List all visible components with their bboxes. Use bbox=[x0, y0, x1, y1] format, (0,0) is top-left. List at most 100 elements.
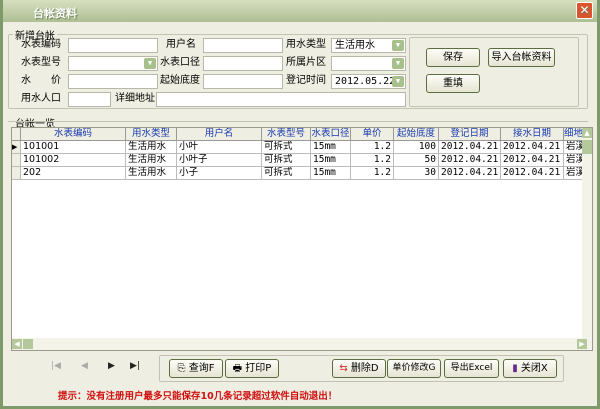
column-header[interactable]: 细地 bbox=[564, 128, 584, 141]
price-input[interactable] bbox=[68, 74, 158, 89]
meter-code-input[interactable] bbox=[68, 38, 158, 53]
chevron-down-icon[interactable]: ▼ bbox=[392, 76, 404, 87]
divider bbox=[8, 121, 588, 122]
chevron-down-icon[interactable]: ▼ bbox=[392, 58, 404, 69]
hint-text: 提示：没有注册用户最多只能保存10几条记录超过软件自动退出！ bbox=[58, 391, 338, 402]
label: 用户名 bbox=[166, 39, 196, 50]
table-cell: 1.2 bbox=[351, 167, 394, 180]
username-input[interactable] bbox=[203, 38, 283, 53]
table-cell: 202 bbox=[21, 167, 126, 180]
ledger-grid[interactable]: 水表编码 用水类型 用户名 水表型号 水表口径 单价 起始底度 登记日期 接水日期 细地 ▶ 101… bbox=[11, 127, 593, 351]
close-button[interactable]: ▮ 关闭X bbox=[503, 359, 557, 378]
title-bar: 台帐资料 ✕ bbox=[3, 0, 597, 22]
label: 所属片区 bbox=[286, 57, 326, 68]
label: 起始底度 bbox=[160, 75, 200, 86]
import-button[interactable]: 导入台帐资料 bbox=[488, 48, 555, 67]
row-indicator bbox=[12, 167, 21, 180]
table-cell: 50 bbox=[394, 154, 439, 167]
area-select[interactable]: ▼ bbox=[331, 56, 406, 71]
reset-button[interactable]: 重填 bbox=[426, 74, 480, 93]
scroll-right-icon[interactable]: ▶ bbox=[577, 339, 587, 349]
table-cell: 101001 bbox=[21, 141, 126, 154]
row-indicator bbox=[12, 154, 21, 167]
grid-header: 水表编码 用水类型 用户名 水表型号 水表口径 单价 起始底度 登记日期 接水日期 细地 bbox=[12, 128, 584, 141]
water-type-select[interactable]: 生活用水 ▼ bbox=[331, 38, 406, 53]
table-cell: 1.2 bbox=[351, 154, 394, 167]
table-cell: 生活用水 bbox=[126, 141, 177, 154]
column-header[interactable]: 接水日期 bbox=[501, 128, 564, 141]
row-indicator-header bbox=[12, 128, 21, 141]
address-input[interactable] bbox=[156, 92, 406, 107]
label: 登记时间 bbox=[286, 75, 326, 86]
label: 查询F bbox=[188, 363, 215, 374]
table-cell: 可拆式 bbox=[262, 141, 311, 154]
table-cell: 1.2 bbox=[351, 141, 394, 154]
query-button[interactable]: ⎘ 查询F bbox=[169, 359, 223, 378]
window-title: 台帐资料 bbox=[33, 7, 77, 20]
table-cell: 15mm bbox=[311, 154, 351, 167]
table-cell: 101002 bbox=[21, 154, 126, 167]
column-header[interactable]: 水表编码 bbox=[21, 128, 126, 141]
column-header[interactable]: 单价 bbox=[351, 128, 394, 141]
column-header[interactable]: 用水类型 bbox=[126, 128, 177, 141]
label: 水表编码 bbox=[21, 39, 61, 50]
table-cell: 30 bbox=[394, 167, 439, 180]
column-header[interactable]: 起始底度 bbox=[394, 128, 439, 141]
label: 打印P bbox=[245, 363, 272, 374]
table-row[interactable]: ▶ 101001 生活用水 小叶 可拆式 15mm 1.2 100 2012.04.21 2012… bbox=[12, 141, 584, 154]
table-cell: 2012.04.21 bbox=[439, 141, 501, 154]
exit-icon: ▮ bbox=[512, 363, 521, 374]
label: 水表型号 bbox=[21, 57, 61, 68]
label: 用水人口 bbox=[21, 93, 61, 104]
close-icon[interactable]: ✕ bbox=[576, 2, 593, 19]
export-excel-button[interactable]: 导出Excel bbox=[444, 359, 499, 378]
value: 生活用水 bbox=[335, 40, 375, 51]
meter-caliber-input[interactable] bbox=[203, 56, 283, 71]
column-header[interactable]: 水表型号 bbox=[262, 128, 311, 141]
population-input[interactable] bbox=[68, 92, 111, 107]
prev-record-button[interactable]: ◀ bbox=[81, 361, 88, 371]
scroll-thumb[interactable] bbox=[582, 140, 592, 154]
scroll-up-icon[interactable]: ▲ bbox=[582, 128, 592, 138]
table-cell: 100 bbox=[394, 141, 439, 154]
first-record-button[interactable]: |◀ bbox=[51, 361, 61, 371]
row-indicator: ▶ bbox=[12, 141, 21, 154]
scroll-left-icon[interactable]: ◀ bbox=[12, 339, 22, 349]
table-row[interactable]: 202 生活用水 小子 可拆式 15mm 1.2 30 2012.04.21 2012.04.2… bbox=[12, 167, 584, 180]
table-cell: 可拆式 bbox=[262, 154, 311, 167]
table-cell: 岩溪 bbox=[564, 167, 584, 180]
label: 删除D bbox=[350, 363, 379, 374]
label: 水 价 bbox=[21, 75, 61, 86]
price-edit-button[interactable]: 单价修改G bbox=[387, 359, 441, 378]
reg-time-picker[interactable]: 2012.05.22 ▼ bbox=[331, 74, 406, 89]
save-button[interactable]: 保存 bbox=[426, 48, 480, 67]
chevron-down-icon[interactable]: ▼ bbox=[144, 58, 156, 69]
table-cell: 生活用水 bbox=[126, 167, 177, 180]
delete-icon: ⇆ bbox=[339, 363, 351, 374]
chevron-down-icon[interactable]: ▼ bbox=[392, 40, 404, 51]
horizontal-scrollbar[interactable]: ◀ ▶ bbox=[12, 338, 592, 350]
table-cell: 小子 bbox=[177, 167, 262, 180]
column-header[interactable]: 登记日期 bbox=[439, 128, 501, 141]
table-cell: 可拆式 bbox=[262, 167, 311, 180]
next-record-button[interactable]: ▶ bbox=[108, 361, 115, 371]
table-cell: 2012.04.21 bbox=[501, 167, 564, 180]
start-reading-input[interactable] bbox=[203, 74, 283, 89]
label: 详细地址 bbox=[115, 93, 155, 104]
table-row[interactable]: 101002 生活用水 小叶子 可拆式 15mm 1.2 50 2012.04.21 2012.… bbox=[12, 154, 584, 167]
column-header[interactable]: 水表口径 bbox=[311, 128, 351, 141]
label: 关闭X bbox=[520, 363, 548, 374]
vertical-scrollbar[interactable]: ▲ bbox=[582, 128, 592, 338]
scroll-thumb[interactable] bbox=[23, 339, 33, 349]
printer-icon: 🖶 bbox=[232, 363, 246, 374]
table-cell: 2012.04.21 bbox=[501, 154, 564, 167]
meter-model-select[interactable]: ▼ bbox=[68, 56, 158, 71]
query-icon: ⎘ bbox=[177, 363, 189, 374]
delete-button[interactable]: ⇆ 删除D bbox=[332, 359, 386, 378]
print-button[interactable]: 🖶 打印P bbox=[225, 359, 279, 378]
last-record-button[interactable]: ▶| bbox=[130, 361, 140, 371]
table-cell: 2012.04.21 bbox=[501, 141, 564, 154]
column-header[interactable]: 用户名 bbox=[177, 128, 262, 141]
value: 2012.05.22 bbox=[335, 76, 396, 87]
table-cell: 15mm bbox=[311, 141, 351, 154]
